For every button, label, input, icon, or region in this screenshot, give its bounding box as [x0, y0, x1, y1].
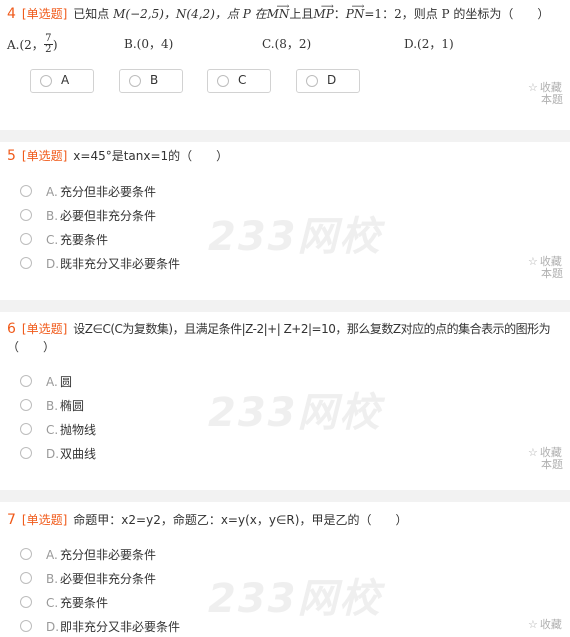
- question-text: 上且: [289, 7, 314, 21]
- question-type: [单选题]: [21, 513, 68, 527]
- question-text: M(−2,5)，N(4,2)，点 P 在: [113, 7, 267, 21]
- star-outline-icon: ☆: [528, 255, 538, 268]
- question-4-stem: 4 [单选题] 已知点 M(−2,5)，N(4,2)，点 P 在 ⟶ MN上且 ⟶ MP： ⟶…: [7, 2, 550, 23]
- question-7: 7 [单选题] 命题甲：x2=y2，命题乙：x=y(x，y∈R)，甲是乙的（ ） 2…: [0, 511, 570, 636]
- choice-c: C.(8，2): [262, 37, 312, 51]
- vector-pn: ⟶ PN: [345, 2, 365, 22]
- choice-d: D.(2，1): [404, 37, 454, 51]
- radio-icon[interactable]: [20, 399, 32, 411]
- fraction: 72: [43, 33, 53, 55]
- star-outline-icon: ☆: [528, 81, 538, 94]
- question-5: 5 [单选题] x=45°是tanx=1的（ ） 233网校 A. 充分但非必要条件 …: [0, 147, 570, 297]
- section-divider: [0, 130, 570, 142]
- star-outline-icon: ☆: [528, 446, 538, 459]
- question-type: [单选题]: [21, 7, 68, 21]
- watermark: 233网校: [208, 390, 382, 436]
- question-text: =1：2，则点 P 的坐标为（ ）: [364, 7, 550, 21]
- radio-icon[interactable]: [20, 423, 32, 435]
- watermark: 233网校: [208, 576, 382, 622]
- question-4: 4 [单选题] 已知点 M(−2,5)，N(4,2)，点 P 在 ⟶ MN上且 ⟶ MP： ⟶…: [0, 2, 570, 126]
- radio-icon: [217, 75, 229, 87]
- vector-mp: ⟶ MP: [313, 2, 334, 22]
- radio-icon[interactable]: [20, 620, 32, 632]
- radio-icon: [40, 75, 52, 87]
- favorite-button[interactable]: ☆ 收藏 本题: [528, 82, 568, 106]
- question-number: 7: [7, 512, 16, 528]
- radio-icon: [129, 75, 141, 87]
- question-text: 命题甲：x2=y2，命题乙：x=y(x，y∈R)，甲是乙的（ ）: [73, 513, 408, 527]
- answer-button-c[interactable]: C: [207, 69, 271, 93]
- radio-icon[interactable]: [20, 447, 32, 459]
- question-type: [单选题]: [21, 322, 68, 336]
- choice-a: A.(2， 7 2): [7, 33, 58, 55]
- question-header: 6 [单选题] 设Z∈C(C为复数集)，且满足条件|Z-2|+| Z+2|=10，那…: [7, 320, 551, 338]
- favorite-button[interactable]: ☆ 收藏 本题: [528, 256, 568, 280]
- section-divider: [0, 300, 570, 312]
- radio-icon[interactable]: [20, 257, 32, 269]
- question-header: 5 [单选题] x=45°是tanx=1的（ ）: [7, 147, 228, 165]
- question-type: [单选题]: [21, 149, 68, 163]
- section-divider: [0, 490, 570, 502]
- question-text: 设Z∈C(C为复数集)，且满足条件|Z-2|+| Z+2|=10，那么复数Z对应…: [73, 322, 551, 336]
- question-6: 6 [单选题] 设Z∈C(C为复数集)，且满足条件|Z-2|+| Z+2|=10，那…: [0, 320, 570, 490]
- radio-icon: [306, 75, 318, 87]
- question-number: 5: [7, 148, 16, 164]
- question-number: 6: [7, 321, 16, 337]
- radio-icon[interactable]: [20, 209, 32, 221]
- question-text: x=45°是tanx=1的（ ）: [73, 149, 229, 163]
- favorite-button[interactable]: ☆ 收藏: [528, 619, 568, 631]
- answer-button-a[interactable]: A: [30, 69, 94, 93]
- choice-b: B.(0，4): [124, 37, 174, 51]
- star-outline-icon: ☆: [528, 618, 538, 631]
- radio-icon[interactable]: [20, 572, 32, 584]
- question-header: 7 [单选题] 命题甲：x2=y2，命题乙：x=y(x，y∈R)，甲是乙的（ ）: [7, 511, 407, 529]
- question-number: 4: [7, 6, 16, 22]
- radio-icon[interactable]: [20, 375, 32, 387]
- vector-mn: ⟶ MN: [266, 2, 290, 22]
- radio-icon[interactable]: [20, 596, 32, 608]
- radio-icon[interactable]: [20, 185, 32, 197]
- favorite-button[interactable]: ☆ 收藏 本题: [528, 447, 568, 471]
- radio-icon[interactable]: [20, 233, 32, 245]
- question-text: 已知点: [73, 7, 110, 21]
- question-text-line2: （ ）: [7, 340, 56, 354]
- answer-button-d[interactable]: D: [296, 69, 360, 93]
- radio-icon[interactable]: [20, 548, 32, 560]
- watermark: 233网校: [208, 214, 382, 260]
- answer-button-b[interactable]: B: [119, 69, 183, 93]
